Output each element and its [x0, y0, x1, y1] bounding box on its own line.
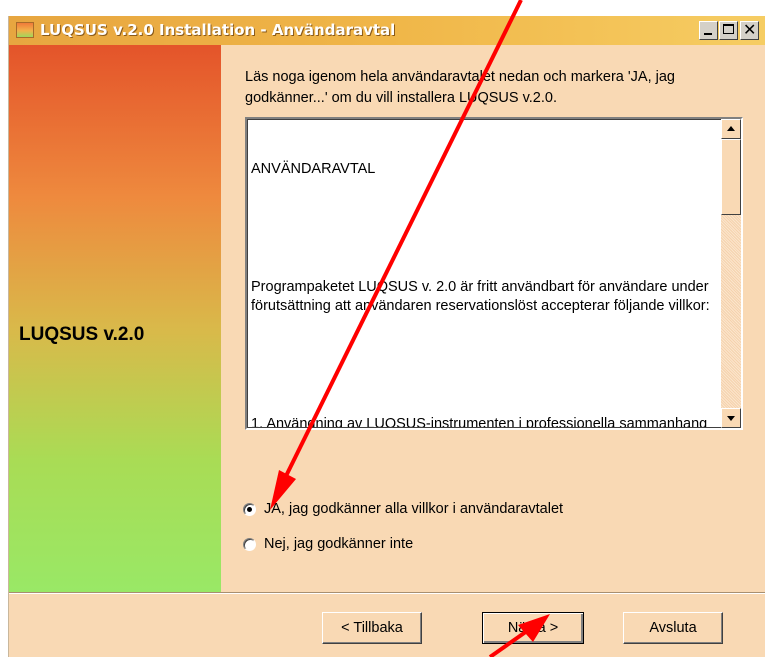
instructions-text: Läs noga igenom hela användaravtalet ned…	[245, 69, 675, 106]
scroll-track[interactable]	[721, 215, 741, 408]
agreement-heading: ANVÄNDARAVTAL	[251, 161, 376, 178]
cancel-button[interactable]: Avsluta	[623, 612, 723, 644]
app-icon	[16, 22, 34, 38]
back-button[interactable]: < Tillbaka	[322, 612, 422, 644]
arrow-up-icon	[727, 126, 735, 131]
agreement-content: ANVÄNDARAVTAL Programpaketet LUQSUS v. 2…	[251, 121, 721, 428]
radio-accept[interactable]	[243, 502, 256, 516]
product-name: LUQSUS v.2.0	[19, 324, 145, 345]
close-button[interactable]: ✕	[740, 20, 759, 40]
scroll-down-button[interactable]	[721, 408, 741, 428]
next-button[interactable]: Nästa >	[482, 612, 584, 644]
agreement-paragraph: 1. Användning av LUQSUS-instrumenten i p…	[251, 415, 708, 428]
minimize-icon	[704, 33, 712, 35]
radio-selected-dot	[247, 506, 252, 512]
window-title: LUQSUS v.2.0 Installation - Användaravta…	[40, 21, 396, 39]
agreement-viewport: ANVÄNDARAVTAL Programpaketet LUQSUS v. 2…	[247, 119, 721, 428]
scroll-thumb[interactable]	[721, 139, 741, 215]
maximize-button[interactable]	[719, 21, 738, 40]
button-bar: < Tillbaka Nästa > Avsluta	[9, 592, 765, 657]
decline-label[interactable]: Nej, jag godkänner inte	[264, 536, 413, 552]
main-content: Läs noga igenom hela användaravtalet ned…	[221, 45, 765, 592]
arrow-down-icon	[727, 416, 735, 421]
installer-window: LUQSUS v.2.0 Installation - Användaravta…	[8, 16, 765, 657]
vertical-scrollbar[interactable]	[721, 119, 741, 428]
minimize-button[interactable]	[699, 21, 718, 40]
close-icon: ✕	[743, 20, 757, 39]
divider	[9, 593, 765, 594]
decline-option[interactable]: Nej, jag godkänner inte	[243, 533, 413, 555]
agreement-textbox[interactable]: ANVÄNDARAVTAL Programpaketet LUQSUS v. 2…	[245, 117, 743, 430]
agreement-paragraph: Programpaketet LUQSUS v. 2.0 är fritt an…	[251, 278, 713, 315]
title-bar[interactable]: LUQSUS v.2.0 Installation - Användaravta…	[9, 16, 765, 45]
accept-option[interactable]: JA, jag godkänner alla villkor i använda…	[243, 498, 563, 520]
radio-decline[interactable]	[243, 537, 256, 551]
side-banner: LUQSUS v.2.0	[9, 45, 221, 592]
accept-label[interactable]: JA, jag godkänner alla villkor i använda…	[264, 501, 563, 517]
scroll-up-button[interactable]	[721, 119, 741, 139]
maximize-icon	[723, 24, 734, 34]
